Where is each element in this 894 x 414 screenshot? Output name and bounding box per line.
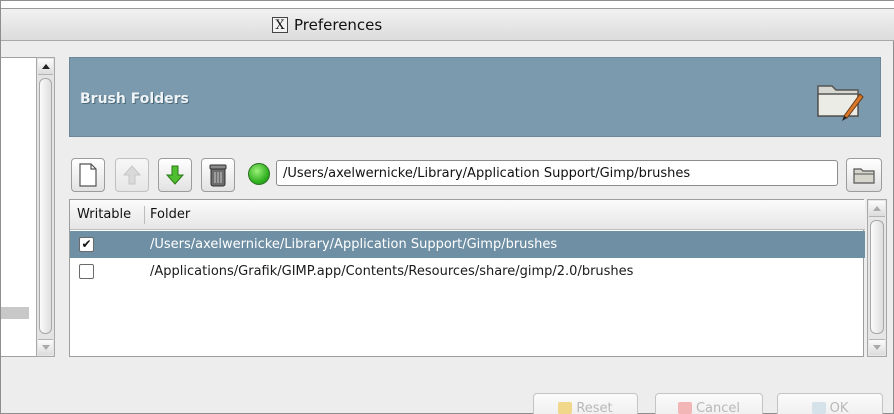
cancel-button[interactable]: Cancel	[655, 393, 763, 414]
cancel-icon	[677, 402, 692, 414]
ok-icon	[811, 402, 826, 414]
open-folder-icon	[853, 168, 875, 184]
new-folder-button[interactable]	[71, 158, 105, 192]
ok-label: OK	[829, 401, 849, 414]
title-bar[interactable]: X Preferences	[1, 1, 894, 41]
scroll-down-icon	[873, 345, 881, 350]
scroll-up-icon	[873, 206, 881, 211]
writable-checkbox[interactable]: ✔	[79, 237, 94, 252]
reset-label: Reset	[576, 401, 613, 414]
reset-button[interactable]: Reset	[533, 393, 638, 414]
folder-list-scrollbar[interactable]	[867, 199, 887, 357]
scroll-down-icon	[41, 345, 50, 350]
scroll-up-button[interactable]	[869, 201, 885, 217]
browse-folder-button[interactable]	[846, 158, 882, 192]
folder-path: /Applications/Grafik/GIMP.app/Contents/R…	[150, 264, 634, 279]
scroll-up-icon	[41, 64, 50, 69]
scroll-up-button[interactable]	[38, 59, 53, 75]
folder-list[interactable]: Writable Folder ✔ /Users/axelwernicke/Li…	[69, 199, 865, 357]
path-valid-status-icon	[248, 163, 270, 185]
reset-icon	[558, 402, 573, 414]
section-title: Brush Folders	[80, 91, 189, 107]
move-down-button[interactable]	[158, 158, 192, 192]
scroll-thumb[interactable]	[39, 78, 52, 334]
column-header-writable[interactable]: Writable	[77, 200, 147, 230]
column-header-folder[interactable]: Folder	[150, 200, 190, 230]
category-list-scrollbar[interactable]	[36, 57, 55, 357]
ok-button[interactable]: OK	[777, 393, 883, 414]
trash-can-icon	[209, 164, 227, 187]
window-title: Preferences	[294, 16, 383, 34]
title-bar-top-edge	[1, 1, 894, 9]
title-wrap: X Preferences	[272, 15, 382, 35]
list-row[interactable]: ✔ /Users/axelwernicke/Library/Applicatio…	[70, 231, 865, 258]
scroll-down-button[interactable]	[38, 339, 53, 355]
arrow-down-icon	[165, 165, 185, 185]
preferences-window: X Preferences Brush Folders /Users/axelw…	[0, 0, 894, 414]
delete-button[interactable]	[201, 158, 235, 192]
scroll-thumb[interactable]	[870, 220, 884, 334]
move-up-button[interactable]	[115, 158, 149, 192]
x-window-icon: X	[272, 17, 288, 33]
writable-checkbox[interactable]	[79, 264, 94, 279]
header-divider	[144, 206, 145, 224]
arrow-up-icon	[122, 165, 142, 185]
scroll-down-button[interactable]	[869, 339, 885, 355]
folder-path-input[interactable]	[276, 160, 838, 186]
section-banner: Brush Folders	[69, 57, 881, 137]
list-header: Writable Folder	[70, 200, 865, 230]
category-list-selection[interactable]	[1, 307, 29, 319]
folder-brush-icon	[817, 85, 864, 121]
cancel-label: Cancel	[695, 401, 741, 414]
new-document-icon	[79, 163, 97, 187]
folder-path: /Users/axelwernicke/Library/Application …	[150, 237, 558, 252]
list-row[interactable]: /Applications/Grafik/GIMP.app/Contents/R…	[70, 258, 865, 285]
